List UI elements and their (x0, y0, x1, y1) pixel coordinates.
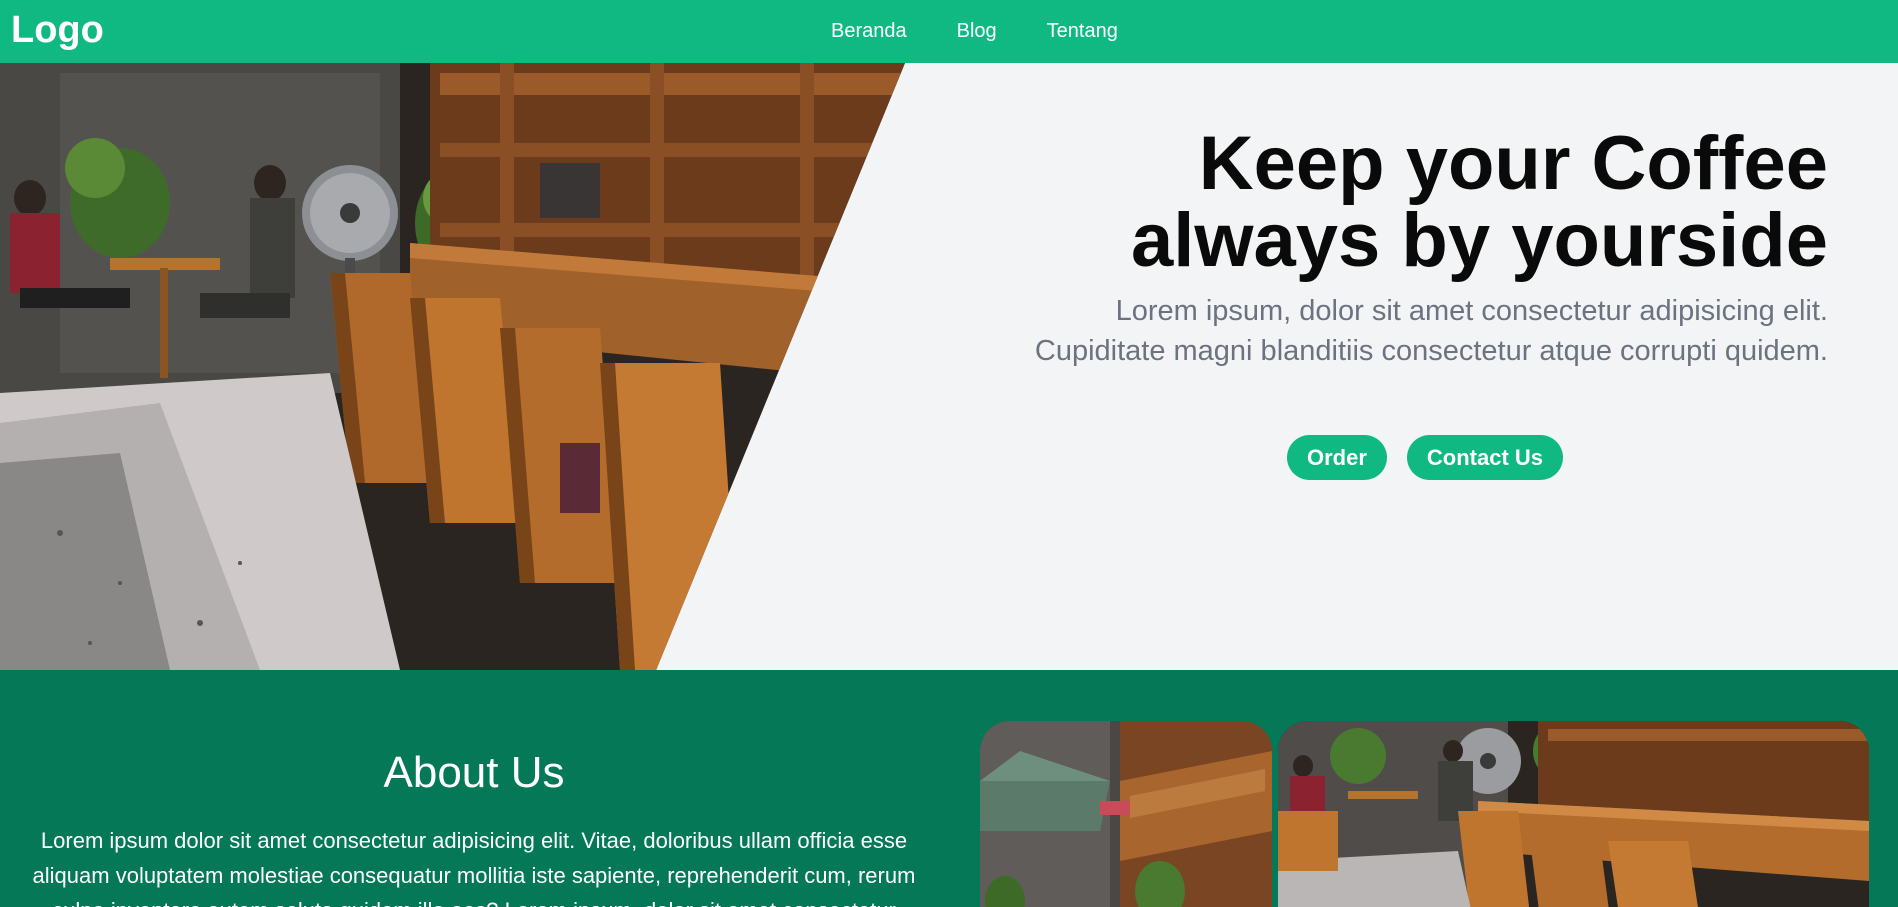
nav-link-beranda[interactable]: Beranda (831, 19, 907, 43)
about-section: About Us Lorem ipsum dolor sit amet cons… (0, 670, 1898, 907)
about-photo-1 (980, 721, 1272, 907)
hero-subtitle-line2: Cupiditate magni blanditiis consectetur … (1034, 335, 1828, 367)
hero-title-line1: Keep your Coffee (1198, 121, 1828, 206)
hero-section: Keep your Coffee always by yourside Lore… (0, 63, 1898, 670)
nav-links: Beranda Blog Tentang (831, 19, 1168, 43)
about-title: About Us (383, 748, 565, 797)
hero-subtitle-line1: Lorem ipsum, dolor sit amet consectetur … (1115, 295, 1828, 327)
logo[interactable]: Logo (11, 8, 104, 52)
hero-photo (0, 63, 905, 670)
hero-title-line2: always by yourside (1131, 198, 1828, 283)
about-photo-2 (1278, 721, 1869, 907)
navbar: Logo Beranda Blog Tentang (0, 0, 1898, 63)
contact-us-button[interactable]: Contact Us (1406, 435, 1564, 480)
nav-link-blog[interactable]: Blog (957, 19, 997, 43)
nav-link-tentang[interactable]: Tentang (1047, 19, 1118, 43)
hero-subtitle: Lorem ipsum, dolor sit amet consectetur … (928, 291, 1828, 371)
about-text: Lorem ipsum dolor sit amet consectetur a… (32, 828, 916, 907)
hero-title: Keep your Coffee always by yourside (928, 125, 1828, 279)
order-button[interactable]: Order (1287, 435, 1387, 480)
hero-buttons: Order Contact Us (1287, 435, 1564, 480)
